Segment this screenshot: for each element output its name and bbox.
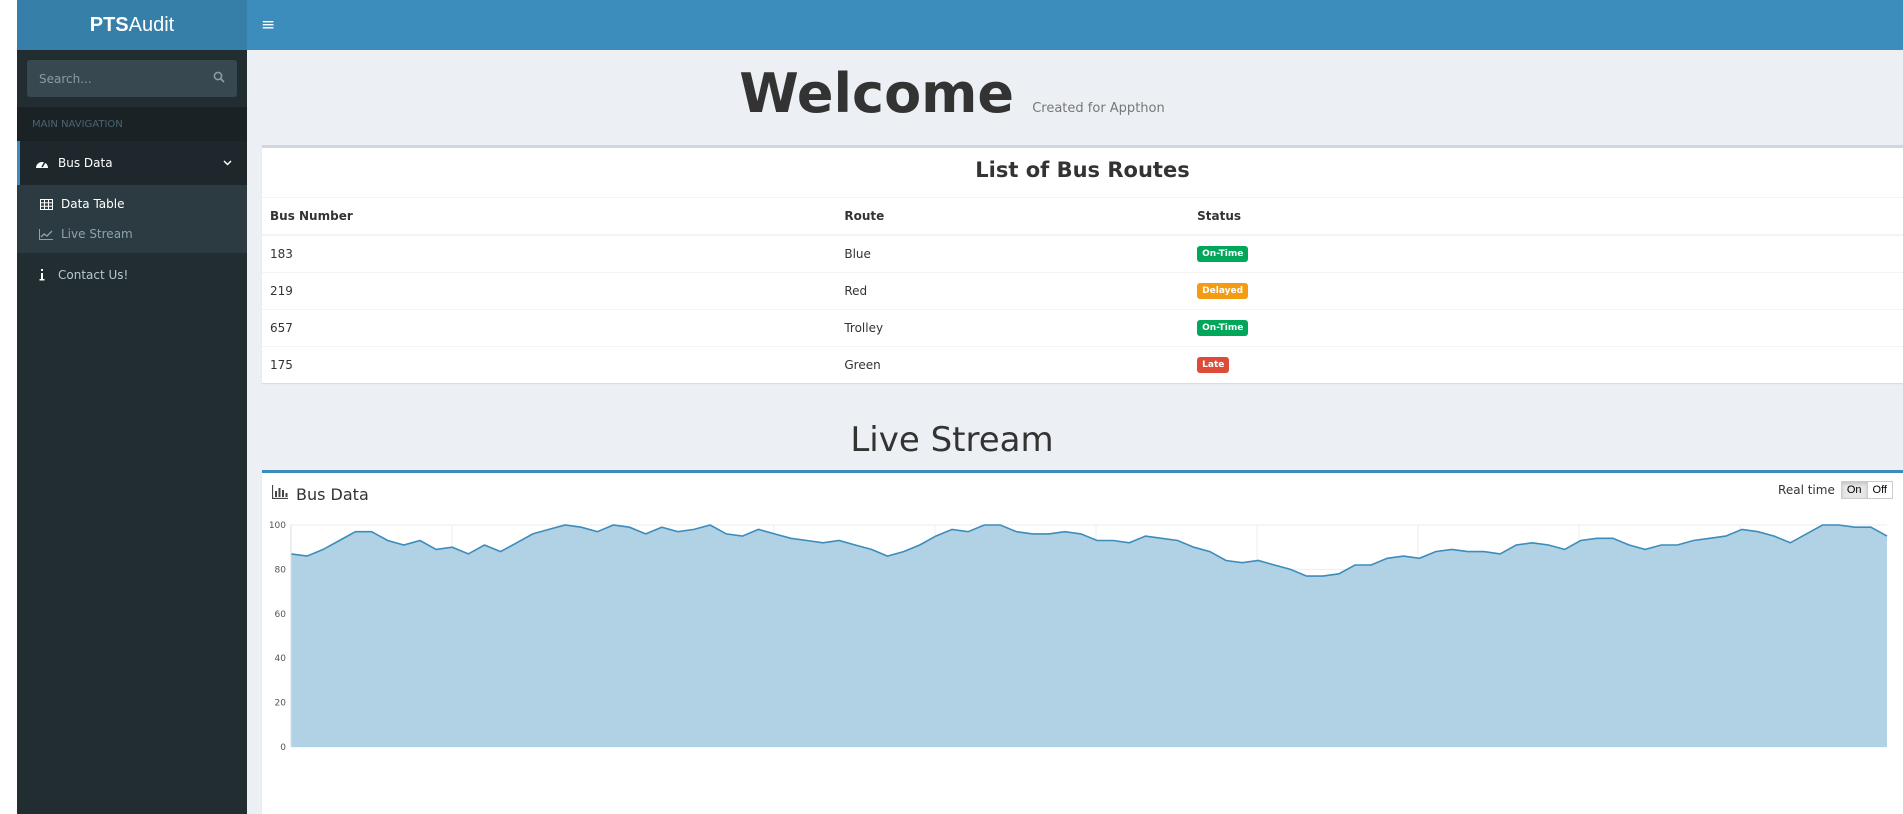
y-tick-label: 100 xyxy=(269,521,286,531)
brand-light: Audit xyxy=(128,13,175,36)
route-cell: Blue xyxy=(836,234,1190,272)
sidebar-item-contact[interactable]: Contact Us! xyxy=(17,253,247,297)
bus-number-cell: 657 xyxy=(262,308,837,346)
bus-data-submenu: Data Table Live Stream xyxy=(17,185,247,253)
status-badge: Delayed xyxy=(1197,283,1249,299)
status-badge: Late xyxy=(1197,357,1230,374)
search-input[interactable] xyxy=(39,71,213,86)
routes-table-title: List of Bus Routes xyxy=(262,148,1903,198)
bus-routes-box: List of Bus Routes Bus Number Route Stat… xyxy=(262,145,1903,383)
page-title: Welcome xyxy=(739,62,1015,125)
column-header: Bus Number xyxy=(262,198,837,236)
search-icon[interactable] xyxy=(213,71,225,87)
hamburger-menu-icon[interactable]: ≡ xyxy=(261,15,275,35)
brand-logo[interactable]: PTS Audit xyxy=(17,0,247,50)
y-tick-label: 60 xyxy=(275,610,287,620)
table-row: 183 Blue On-Time xyxy=(262,234,1903,272)
table-row: 657 Trolley On-Time xyxy=(262,308,1903,346)
column-header: Route xyxy=(836,198,1190,236)
welcome-header: Welcome Created for Appthon xyxy=(247,62,1657,125)
bus-data-area-chart: 0 20 40 60 80 100 xyxy=(269,521,1888,753)
series-area xyxy=(291,525,1887,747)
search-box xyxy=(27,60,237,97)
sidebar-item-label: Bus Data xyxy=(58,156,113,170)
status-cell: On-Time xyxy=(1189,308,1903,346)
top-navbar: ≡ xyxy=(247,0,1903,50)
routes-table: Bus Number Route Status 183 Blue On-Time 21… xyxy=(262,198,1903,383)
brand-bold: PTS xyxy=(89,13,129,36)
sidebar-subitem-label: Data Table xyxy=(61,197,125,211)
status-cell: Late xyxy=(1189,345,1903,383)
route-cell: Green xyxy=(836,345,1190,383)
info-icon xyxy=(32,269,52,281)
bus-data-chart-box: Bus Data Real time On Off 0 20 40 60 80 100 xyxy=(262,470,1903,814)
status-badge: On-Time xyxy=(1197,320,1249,336)
nav-header: MAIN NAVIGATION xyxy=(17,107,247,141)
route-cell: Trolley xyxy=(836,308,1190,346)
route-cell: Red xyxy=(836,271,1190,309)
sidebar-item-bus-data[interactable]: Bus Data xyxy=(17,141,247,185)
column-header: Status xyxy=(1189,198,1903,236)
table-icon xyxy=(37,198,55,210)
bus-number-cell: 219 xyxy=(262,271,837,309)
page-subtitle: Created for Appthon xyxy=(1032,101,1165,116)
status-cell: On-Time xyxy=(1189,234,1903,272)
chart-box-title: Bus Data xyxy=(296,484,369,504)
sidebar-item-data-table[interactable]: Data Table xyxy=(17,189,247,219)
sidebar-item-label: Contact Us! xyxy=(58,268,129,282)
chart-box-header: Bus Data Real time On Off xyxy=(262,473,1903,515)
realtime-off-button[interactable]: Off xyxy=(1867,481,1893,499)
y-tick-label: 40 xyxy=(275,654,287,664)
bus-number-cell: 175 xyxy=(262,345,837,383)
main-content: Welcome Created for Appthon List of Bus … xyxy=(247,50,1903,814)
realtime-toggle: Real time On Off xyxy=(1713,481,1893,499)
table-row: 219 Red Delayed xyxy=(262,271,1903,309)
live-stream-title: Live Stream xyxy=(850,420,1054,460)
line-chart-icon xyxy=(37,228,55,240)
y-tick-label: 80 xyxy=(275,565,287,575)
bar-chart-icon xyxy=(271,485,288,503)
y-tick-label: 0 xyxy=(280,743,286,753)
realtime-label: Real time xyxy=(1778,483,1835,497)
table-row: 175 Green Late xyxy=(262,345,1903,383)
sidebar-item-live-stream[interactable]: Live Stream xyxy=(17,219,247,249)
sidebar-subitem-label: Live Stream xyxy=(61,227,133,241)
y-tick-label: 20 xyxy=(275,699,287,709)
status-cell: Delayed xyxy=(1189,271,1903,309)
dashboard-icon xyxy=(32,157,52,169)
realtime-on-button[interactable]: On xyxy=(1840,481,1868,499)
bus-number-cell: 183 xyxy=(262,234,837,272)
table-header-row: Bus Number Route Status xyxy=(262,198,1903,236)
sidebar: PTSAudit MAIN NAVIGATION Bus Data Data T… xyxy=(17,0,247,814)
chevron-down-icon[interactable] xyxy=(223,158,232,169)
status-badge: On-Time xyxy=(1197,246,1249,263)
